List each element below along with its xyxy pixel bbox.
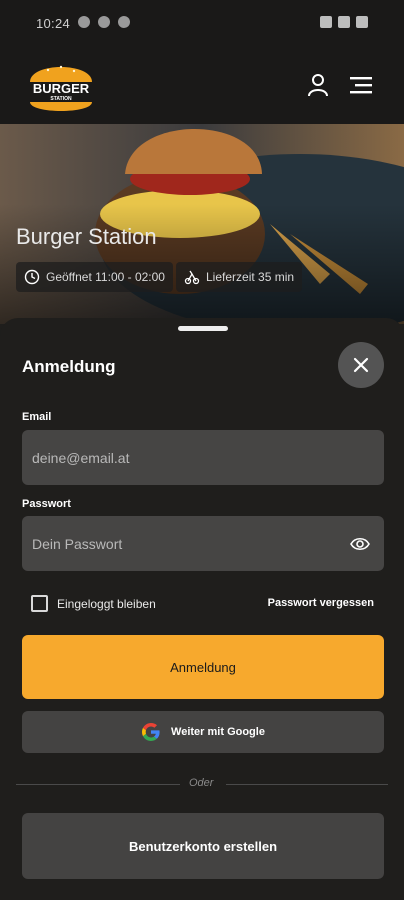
login-button[interactable]: Anmeldung — [22, 635, 384, 699]
google-signin-button[interactable]: Weiter mit Google — [22, 711, 384, 753]
notification-icon — [118, 16, 130, 28]
menu-icon[interactable] — [350, 76, 372, 94]
delivery-time-chip: Lieferzeit 35 min — [176, 262, 303, 292]
opening-hours-text: Geöffnet 11:00 - 02:00 — [46, 270, 165, 284]
remember-me-checkbox[interactable] — [31, 595, 48, 612]
logo-text-bottom: STATION — [50, 96, 72, 102]
sheet-title: Anmeldung — [22, 357, 116, 376]
email-field[interactable] — [22, 430, 384, 485]
signal-icon — [338, 16, 350, 28]
delivery-time-text: Lieferzeit 35 min — [206, 270, 295, 284]
status-time: 10:24 — [36, 16, 71, 31]
burger-station-logo[interactable]: BURGER STATION — [26, 56, 96, 116]
delivery-icon — [184, 270, 200, 285]
email-label: Email — [22, 411, 52, 423]
forgot-password-link[interactable]: Passwort vergessen — [268, 597, 374, 609]
user-icon[interactable] — [306, 73, 330, 97]
create-account-label: Benutzerkonto erstellen — [128, 838, 278, 854]
restaurant-name: Burger Station — [16, 224, 157, 249]
divider-label: Oder — [189, 777, 214, 789]
notification-icon — [98, 16, 110, 28]
wifi-icon — [320, 16, 332, 28]
eye-icon[interactable] — [350, 535, 370, 553]
create-account-button[interactable]: Benutzerkonto erstellen — [22, 813, 384, 879]
notification-icon — [78, 16, 90, 28]
opening-hours-chip: Geöffnet 11:00 - 02:00 — [16, 262, 173, 292]
remember-me-label[interactable]: Eingeloggt bleiben — [57, 597, 156, 611]
app-header: BURGER STATION — [0, 48, 404, 124]
password-label: Passwort — [22, 498, 71, 510]
battery-icon — [356, 16, 368, 28]
status-system-icons — [320, 16, 368, 28]
status-notification-icons — [78, 16, 130, 28]
close-icon — [353, 357, 369, 373]
clock-icon — [24, 269, 40, 285]
status-bar: 10:24 — [0, 0, 404, 48]
login-button-label: Anmeldung — [170, 659, 236, 675]
google-button-label: Weiter mit Google — [171, 726, 265, 738]
google-icon — [142, 723, 160, 741]
hero-banner: Burger Station Geöffnet 11:00 - 02:00 Li… — [0, 124, 404, 324]
logo-text-top: BURGER — [33, 81, 90, 96]
close-button[interactable] — [338, 342, 384, 388]
password-field[interactable] — [22, 516, 384, 571]
divider-line — [226, 784, 388, 785]
divider-line — [16, 784, 180, 785]
sheet-drag-handle[interactable] — [178, 326, 228, 331]
login-sheet: Anmeldung Email Passwort Eingeloggt blei… — [0, 318, 404, 900]
